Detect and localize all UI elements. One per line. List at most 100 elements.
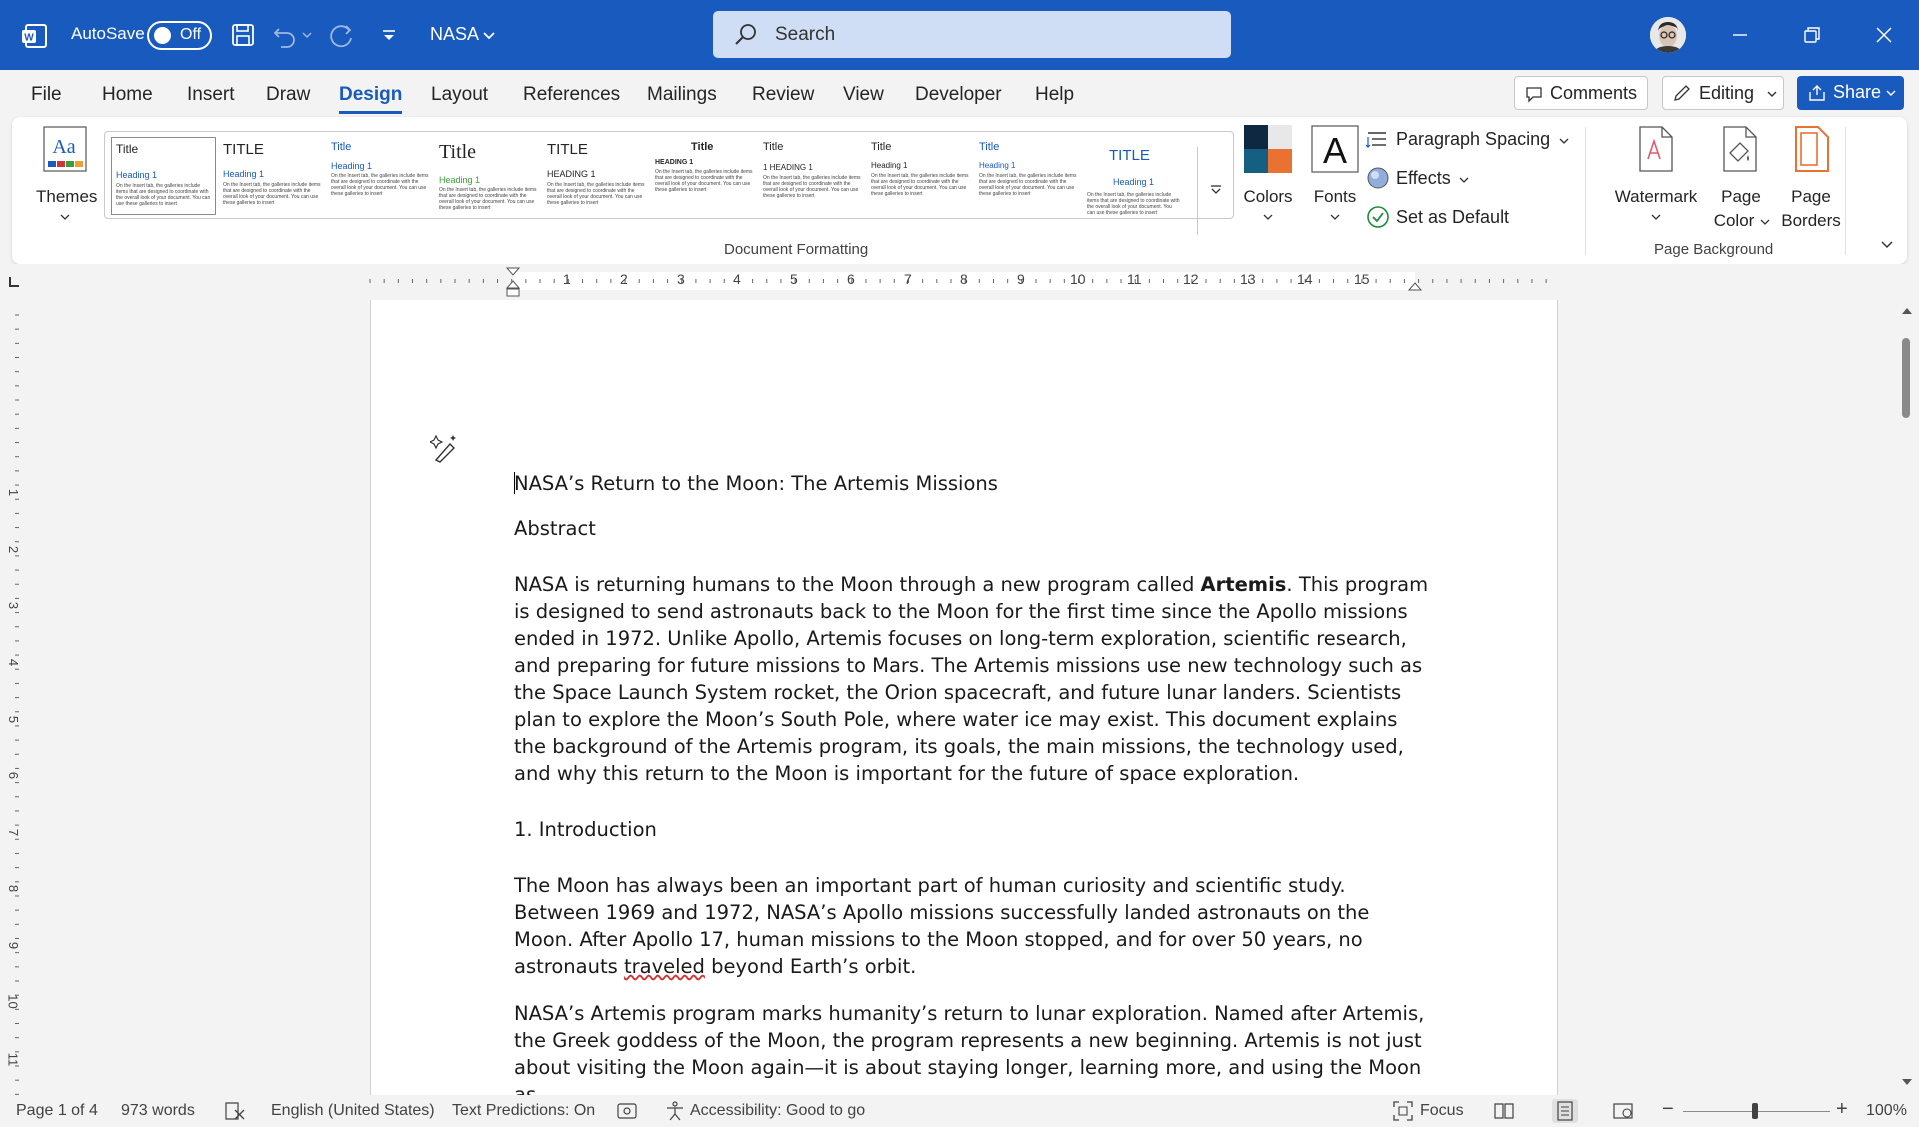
tab-home[interactable]: Home — [102, 84, 153, 106]
web-layout-icon[interactable] — [1612, 1101, 1634, 1121]
gallery-more-button[interactable] — [1197, 147, 1233, 235]
style-set-option[interactable]: Title 1 HEADING 1 On the Insert tab, the… — [759, 137, 864, 215]
themes-label: Themes — [36, 187, 98, 206]
paragraph-spacing-button[interactable]: Paragraph Spacing — [1364, 125, 1574, 153]
style-set-option[interactable]: TITLE Heading 1 On the Insert tab, the g… — [219, 137, 324, 215]
restore-icon[interactable] — [1797, 20, 1827, 50]
zoom-in-button[interactable]: + — [1836, 1098, 1848, 1121]
document-body[interactable]: NASA’s Return to the Moon: The Artemis M… — [514, 470, 1429, 1095]
ruler-number: 7 — [6, 828, 22, 837]
ribbon-design: Aa Themes Title Heading 1 On the Insert … — [12, 117, 1907, 264]
style-set-option[interactable]: TITLE Heading 1 On the Insert tab, the g… — [1083, 137, 1183, 215]
editing-mode-button[interactable]: Editing — [1662, 76, 1784, 110]
scrollbar-thumb[interactable] — [1902, 338, 1910, 418]
style-set-option[interactable]: Title Heading 1 On the Insert tab, the g… — [111, 137, 216, 215]
user-avatar[interactable] — [1650, 17, 1686, 53]
focus-label[interactable]: Focus — [1420, 1102, 1464, 1120]
language[interactable]: English (United States) — [271, 1102, 435, 1120]
document-page[interactable]: NASA’s Return to the Moon: The Artemis M… — [370, 300, 1558, 1095]
collapse-ribbon-icon[interactable] — [1879, 239, 1895, 251]
tab-layout[interactable]: Layout — [431, 84, 488, 106]
style-set-option[interactable]: TITLE HEADING 1 On the Insert tab, the g… — [543, 137, 648, 215]
word-app-icon[interactable]: W — [20, 22, 48, 50]
close-icon[interactable] — [1869, 20, 1899, 50]
intro-paragraph-2[interactable]: NASA’s Artemis program marks humanity’s … — [514, 1000, 1429, 1095]
tab-references[interactable]: References — [523, 84, 620, 106]
ruler-number: 5 — [6, 715, 22, 724]
redo-icon[interactable] — [327, 20, 357, 50]
horizontal-ruler[interactable]: 1 2 3 4 5 6 7 8 9 10 11 12 13 14 15 — [0, 264, 1919, 300]
set-as-default-button[interactable]: Set as Default — [1364, 203, 1534, 231]
minimize-icon[interactable] — [1725, 20, 1755, 50]
style-set-option[interactable]: Title Heading 1 On the Insert tab, the g… — [435, 137, 540, 215]
ruler-number: 8 — [960, 271, 968, 287]
style-set-option[interactable]: Title Heading 1 On the Insert tab, the g… — [975, 137, 1080, 215]
status-bar: Page 1 of 4 973 words English (United St… — [0, 1095, 1919, 1127]
watermark-icon — [1639, 126, 1673, 172]
misspelled-word[interactable]: traveled — [624, 955, 705, 978]
tab-draw[interactable]: Draw — [266, 84, 310, 106]
ruler-number: 9 — [1017, 271, 1025, 287]
macro-recording-icon[interactable] — [616, 1101, 638, 1121]
tab-review[interactable]: Review — [752, 84, 814, 106]
page-count[interactable]: Page 1 of 4 — [16, 1102, 98, 1120]
customize-toolbar-icon[interactable] — [374, 20, 404, 50]
read-mode-icon[interactable] — [1493, 1101, 1515, 1121]
style-set-option[interactable]: Title Heading 1 On the Insert tab, the g… — [867, 137, 972, 215]
document-name[interactable]: NASA — [430, 24, 479, 45]
doc-title[interactable]: NASA’s Return to the Moon: The Artemis M… — [514, 472, 998, 495]
scroll-up-icon[interactable] — [1900, 306, 1914, 316]
colors-label: Colors — [1243, 187, 1293, 206]
zoom-slider-thumb[interactable] — [1752, 1103, 1758, 1119]
doc-name-dropdown-icon[interactable] — [481, 22, 497, 52]
colors-button[interactable]: Colors — [1234, 125, 1294, 223]
search-box[interactable]: Search — [713, 11, 1231, 58]
style-set-option[interactable]: Title HEADING 1 On the Insert tab, the g… — [651, 137, 756, 215]
style-body-sample: On the Insert tab, the galleries include… — [1087, 192, 1180, 215]
copilot-rewrite-icon[interactable] — [430, 434, 460, 464]
watermark-button[interactable]: Watermark — [1598, 125, 1714, 223]
fonts-button[interactable]: A Fonts — [1301, 125, 1361, 223]
accessibility-icon[interactable] — [664, 1100, 686, 1122]
zoom-level[interactable]: 100% — [1866, 1102, 1907, 1120]
ruler-number: 2 — [620, 271, 628, 287]
share-button[interactable]: Share — [1797, 76, 1904, 110]
accessibility-status[interactable]: Accessibility: Good to go — [690, 1102, 865, 1120]
zoom-out-button[interactable]: − — [1662, 1098, 1674, 1121]
indent-marker-icon[interactable] — [505, 266, 521, 300]
abstract-heading[interactable]: Abstract — [514, 515, 1429, 542]
scroll-down-icon[interactable] — [1900, 1077, 1914, 1087]
page-color-button[interactable]: Page Color — [1708, 125, 1774, 235]
vertical-scrollbar[interactable] — [1897, 300, 1919, 1095]
tab-mailings[interactable]: Mailings — [647, 84, 717, 106]
style-title-sample: Title — [691, 141, 714, 153]
effects-button[interactable]: Effects — [1364, 164, 1474, 192]
right-indent-marker-icon[interactable] — [1407, 280, 1423, 292]
tab-help[interactable]: Help — [1035, 84, 1074, 106]
proofing-icon[interactable] — [224, 1101, 246, 1121]
tab-design[interactable]: Design — [339, 84, 403, 114]
undo-icon[interactable] — [270, 20, 300, 50]
chevron-down-icon — [1559, 138, 1569, 144]
page-borders-button[interactable]: Page Borders — [1778, 125, 1844, 235]
themes-button[interactable]: Aa Themes — [36, 125, 98, 223]
tab-developer[interactable]: Developer — [915, 84, 1002, 106]
tab-insert[interactable]: Insert — [187, 84, 235, 106]
text-predictions[interactable]: Text Predictions: On — [452, 1102, 595, 1120]
undo-dropdown-icon[interactable] — [300, 20, 314, 50]
introduction-heading[interactable]: 1. Introduction — [514, 816, 1429, 843]
ruler-number: 3 — [677, 271, 685, 287]
tab-file[interactable]: File — [31, 84, 62, 106]
print-layout-icon[interactable] — [1552, 1099, 1578, 1123]
style-set-gallery[interactable]: Title Heading 1 On the Insert tab, the g… — [104, 131, 1234, 235]
autosave-toggle[interactable]: Off — [147, 21, 212, 50]
intro-paragraph-1[interactable]: The Moon has always been an important pa… — [514, 872, 1429, 980]
tab-view[interactable]: View — [843, 84, 884, 106]
focus-icon[interactable] — [1392, 1100, 1414, 1122]
comments-button[interactable]: Comments — [1514, 76, 1648, 110]
style-set-option[interactable]: Title Heading 1 On the Insert tab, the g… — [327, 137, 432, 215]
word-count[interactable]: 973 words — [121, 1102, 195, 1120]
abstract-paragraph[interactable]: NASA is returning humans to the Moon thr… — [514, 571, 1429, 787]
save-icon[interactable] — [228, 20, 258, 50]
vertical-ruler[interactable]: 1 2 3 4 5 6 7 8 9 10 11 — [0, 300, 34, 1095]
